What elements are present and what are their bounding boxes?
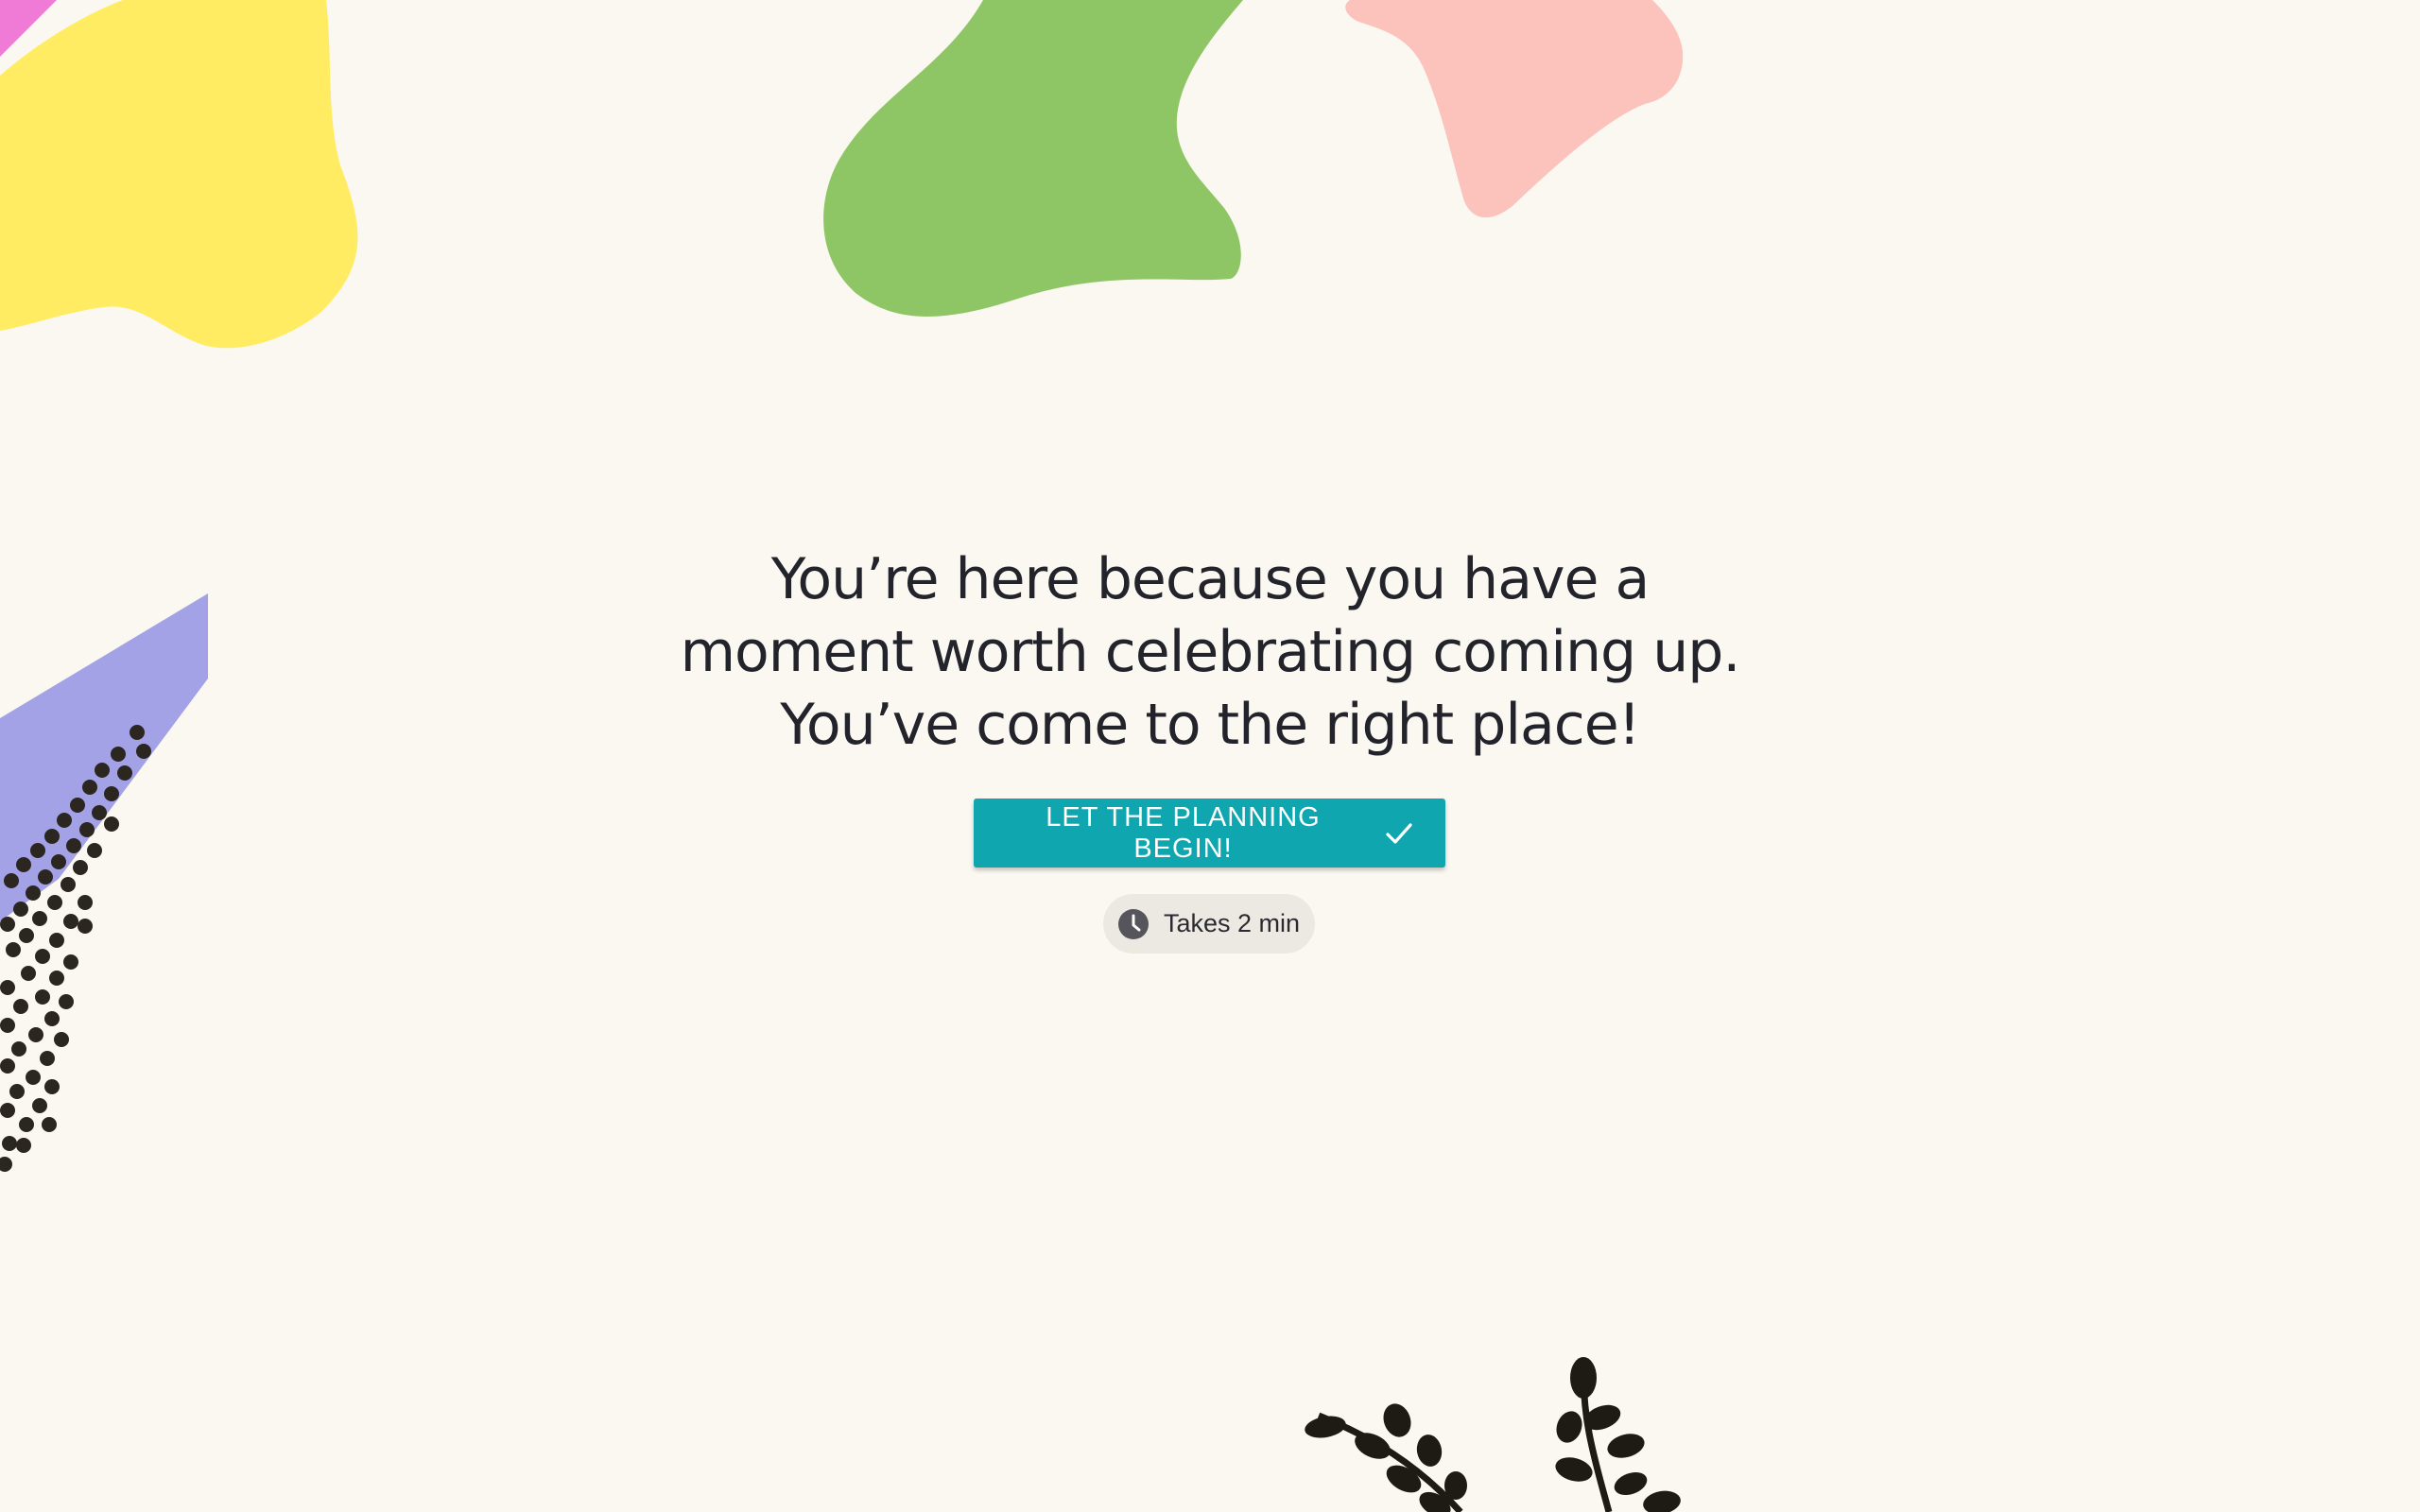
headline-line: moment worth celebrating coming up. (680, 619, 1741, 685)
time-estimate-label: Takes 2 min (1164, 909, 1301, 937)
checkmark-icon (1386, 822, 1412, 844)
clock-icon (1118, 908, 1149, 939)
landing-page: You’re here because you have a moment wo… (0, 0, 2420, 1512)
headline-line: You’ve come to the right place! (780, 692, 1641, 758)
hero-section: You’re here because you have a moment wo… (0, 0, 2420, 1512)
start-planning-label: LET THE PLANNING BEGIN! (1046, 801, 1321, 864)
headline-line: You’re here because you have a (770, 546, 1651, 612)
hero-headline: You’re here because you have a moment wo… (643, 543, 1777, 762)
time-estimate-badge: Takes 2 min (1103, 894, 1315, 954)
start-planning-button[interactable]: LET THE PLANNING BEGIN! (974, 799, 1445, 868)
